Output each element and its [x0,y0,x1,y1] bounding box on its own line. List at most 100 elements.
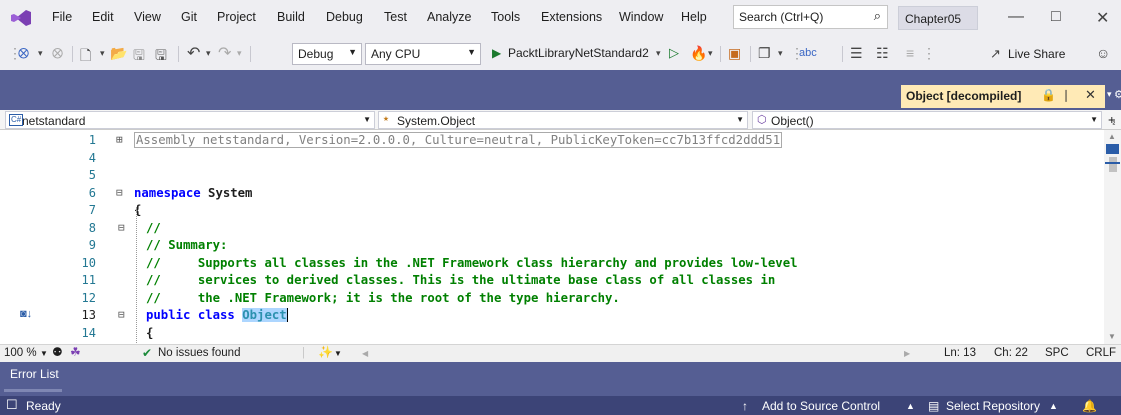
configuration-select[interactable]: Debug ▼ [292,43,362,65]
pin-icon[interactable]: ❘ [1061,88,1071,102]
toolbar-overflow-icon[interactable]: ⋮ [922,45,936,62]
assembly-header-collapsed[interactable]: Assembly netstandard, Version=2.0.0.0, C… [134,132,783,148]
menu-build[interactable]: Build [277,10,305,24]
menu-window[interactable]: Window [619,10,663,24]
redo-icon[interactable]: ↷ [218,43,231,63]
project-combo[interactable]: netstandard C# ▼ [5,111,375,129]
menu-view[interactable]: View [134,10,161,24]
search-input[interactable]: Search (Ctrl+Q) ⌕ [733,5,888,29]
split-window-icon[interactable]: ⨧ [1108,111,1116,127]
start-debug-icon[interactable]: ▶ [492,46,501,60]
settings-icon[interactable]: ⚙ [1114,88,1121,101]
codelens-reference-icon[interactable]: ◙↓ [20,308,32,320]
select-repository-button[interactable]: Select Repository [946,399,1040,413]
redo-dropdown-icon[interactable]: ▾ [237,48,242,59]
add-to-source-control-button[interactable]: Add to Source Control [762,399,880,413]
scroll-up-icon[interactable]: ▲ [1108,132,1116,141]
collapse-icon[interactable]: ⊟ [116,186,123,199]
uncomment-icon[interactable]: ☷ [876,45,889,62]
line-indicator[interactable]: Ln: 13 [944,347,976,359]
issues-status[interactable]: No issues found [158,347,240,359]
layout-dropdown-icon[interactable]: ▾ [778,48,783,59]
chevron-up-icon: ▲ [1049,401,1058,411]
menu-file[interactable]: File [52,10,72,24]
bell-icon[interactable]: 🔔 [1082,399,1097,413]
menu-extensions[interactable]: Extensions [541,10,602,24]
class-icon: ⭑ [383,113,389,125]
line-number: 12 [81,291,96,305]
code-editor[interactable]: 1 ⊞ Assembly netstandard, Version=2.0.0.… [0,130,1104,344]
platform-select[interactable]: Any CPU ▼ [365,43,481,65]
copilot-icon[interactable]: ⚉ [52,345,63,359]
window-layout-icon[interactable]: ❐ [758,45,771,62]
zoom-level[interactable]: 100 % [4,347,37,359]
live-share-button[interactable]: Live Share [1008,47,1065,61]
menu-debug[interactable]: Debug [326,10,363,24]
menu-git[interactable]: Git [181,10,197,24]
scroll-left-icon[interactable]: ◀ [362,349,368,358]
member-value: Object() [771,114,814,128]
whitespace-indicator[interactable]: SPC [1045,347,1069,359]
scroll-thumb[interactable] [1109,157,1117,172]
comment-line: // Supports all classes in the .NET Fram… [146,256,798,270]
open-folder-icon[interactable]: 📂 [110,45,127,62]
separator [842,46,843,62]
menu-help[interactable]: Help [681,10,707,24]
menu-edit[interactable]: Edit [92,10,114,24]
scroll-down-icon[interactable]: ▼ [1108,332,1116,341]
new-dropdown-icon[interactable]: ▾ [100,48,105,59]
save-icon[interactable]: 🖫 [133,45,145,69]
hot-reload-icon[interactable]: 🔥 [690,45,707,62]
back-dropdown-icon[interactable]: ▾ [38,48,43,59]
method-icon: ⬡ [757,114,767,126]
tab-list-dropdown-icon[interactable]: ▾ [1107,89,1112,100]
intellicode-icon[interactable]: ☘ [70,345,81,359]
minimize-icon[interactable]: — [1008,8,1024,26]
hot-reload-dropdown-icon[interactable]: ▾ [708,48,713,59]
close-tab-icon[interactable]: ✕ [1085,87,1096,103]
comment-icon[interactable]: ☰ [850,45,863,62]
menu-project[interactable]: Project [217,10,256,24]
collapse-icon[interactable]: ⊟ [118,308,125,321]
save-all-icon[interactable]: 🖫 [155,45,167,69]
repository-icon: ▤ [928,399,940,413]
share-icon[interactable]: ↗ [990,46,1001,62]
undo-icon[interactable]: ↶ [187,43,200,63]
menu-analyze[interactable]: Analyze [427,10,471,24]
keyword: public class [146,308,235,322]
column-indicator[interactable]: Ch: 22 [994,347,1028,359]
error-list-tab[interactable]: Error List [10,367,59,381]
zoom-dropdown-icon[interactable]: ▼ [40,349,48,358]
collapse-icon[interactable]: ⊟ [118,221,125,234]
browser-link-icon[interactable]: ▣ [728,45,741,62]
document-tab-object-decompiled[interactable]: Object [decompiled] 🔒 ❘ ✕ [901,85,1105,108]
line-ending-indicator[interactable]: CRLF [1086,347,1116,359]
menu-tools[interactable]: Tools [491,10,520,24]
startup-dropdown-icon[interactable]: ▾ [656,48,661,59]
undo-dropdown-icon[interactable]: ▾ [206,48,211,59]
close-icon[interactable]: ✕ [1096,8,1109,28]
new-project-icon[interactable]: 🗋 [80,45,91,69]
maximize-icon[interactable]: □ [1051,8,1061,26]
code-cleanup-icon[interactable]: ✨ [318,345,333,359]
expand-icon[interactable]: ⊞ [116,133,123,146]
line-number: 10 [81,256,96,270]
feedback-icon[interactable]: ☺ [1096,45,1110,61]
menu-test[interactable]: Test [384,10,407,24]
vertical-scrollbar[interactable]: ▲ ▼ [1104,130,1121,344]
start-without-debug-icon[interactable]: ▷ [669,45,679,61]
scroll-right-icon[interactable]: ▶ [904,349,910,358]
member-combo[interactable]: ⬡ Object() ▼ [752,111,1102,129]
indent-icon[interactable]: ≡ [906,45,914,61]
code-line: public class Object [146,308,288,322]
cleanup-dropdown-icon[interactable]: ▼ [334,349,342,358]
code-line: { [146,326,154,340]
startup-project-button[interactable]: PacktLibraryNetStandard2 [508,46,649,60]
type-combo[interactable]: ⭑ System.Object ▼ [378,111,748,129]
line-number: 4 [88,151,96,165]
selected-identifier[interactable]: Object [242,308,288,322]
back-icon[interactable]: ⭙ [18,45,29,62]
forward-icon[interactable]: ⭙ [52,45,63,62]
notification-icon[interactable]: ☐ [6,397,18,413]
spellcheck-icon[interactable]: abc [799,47,817,59]
